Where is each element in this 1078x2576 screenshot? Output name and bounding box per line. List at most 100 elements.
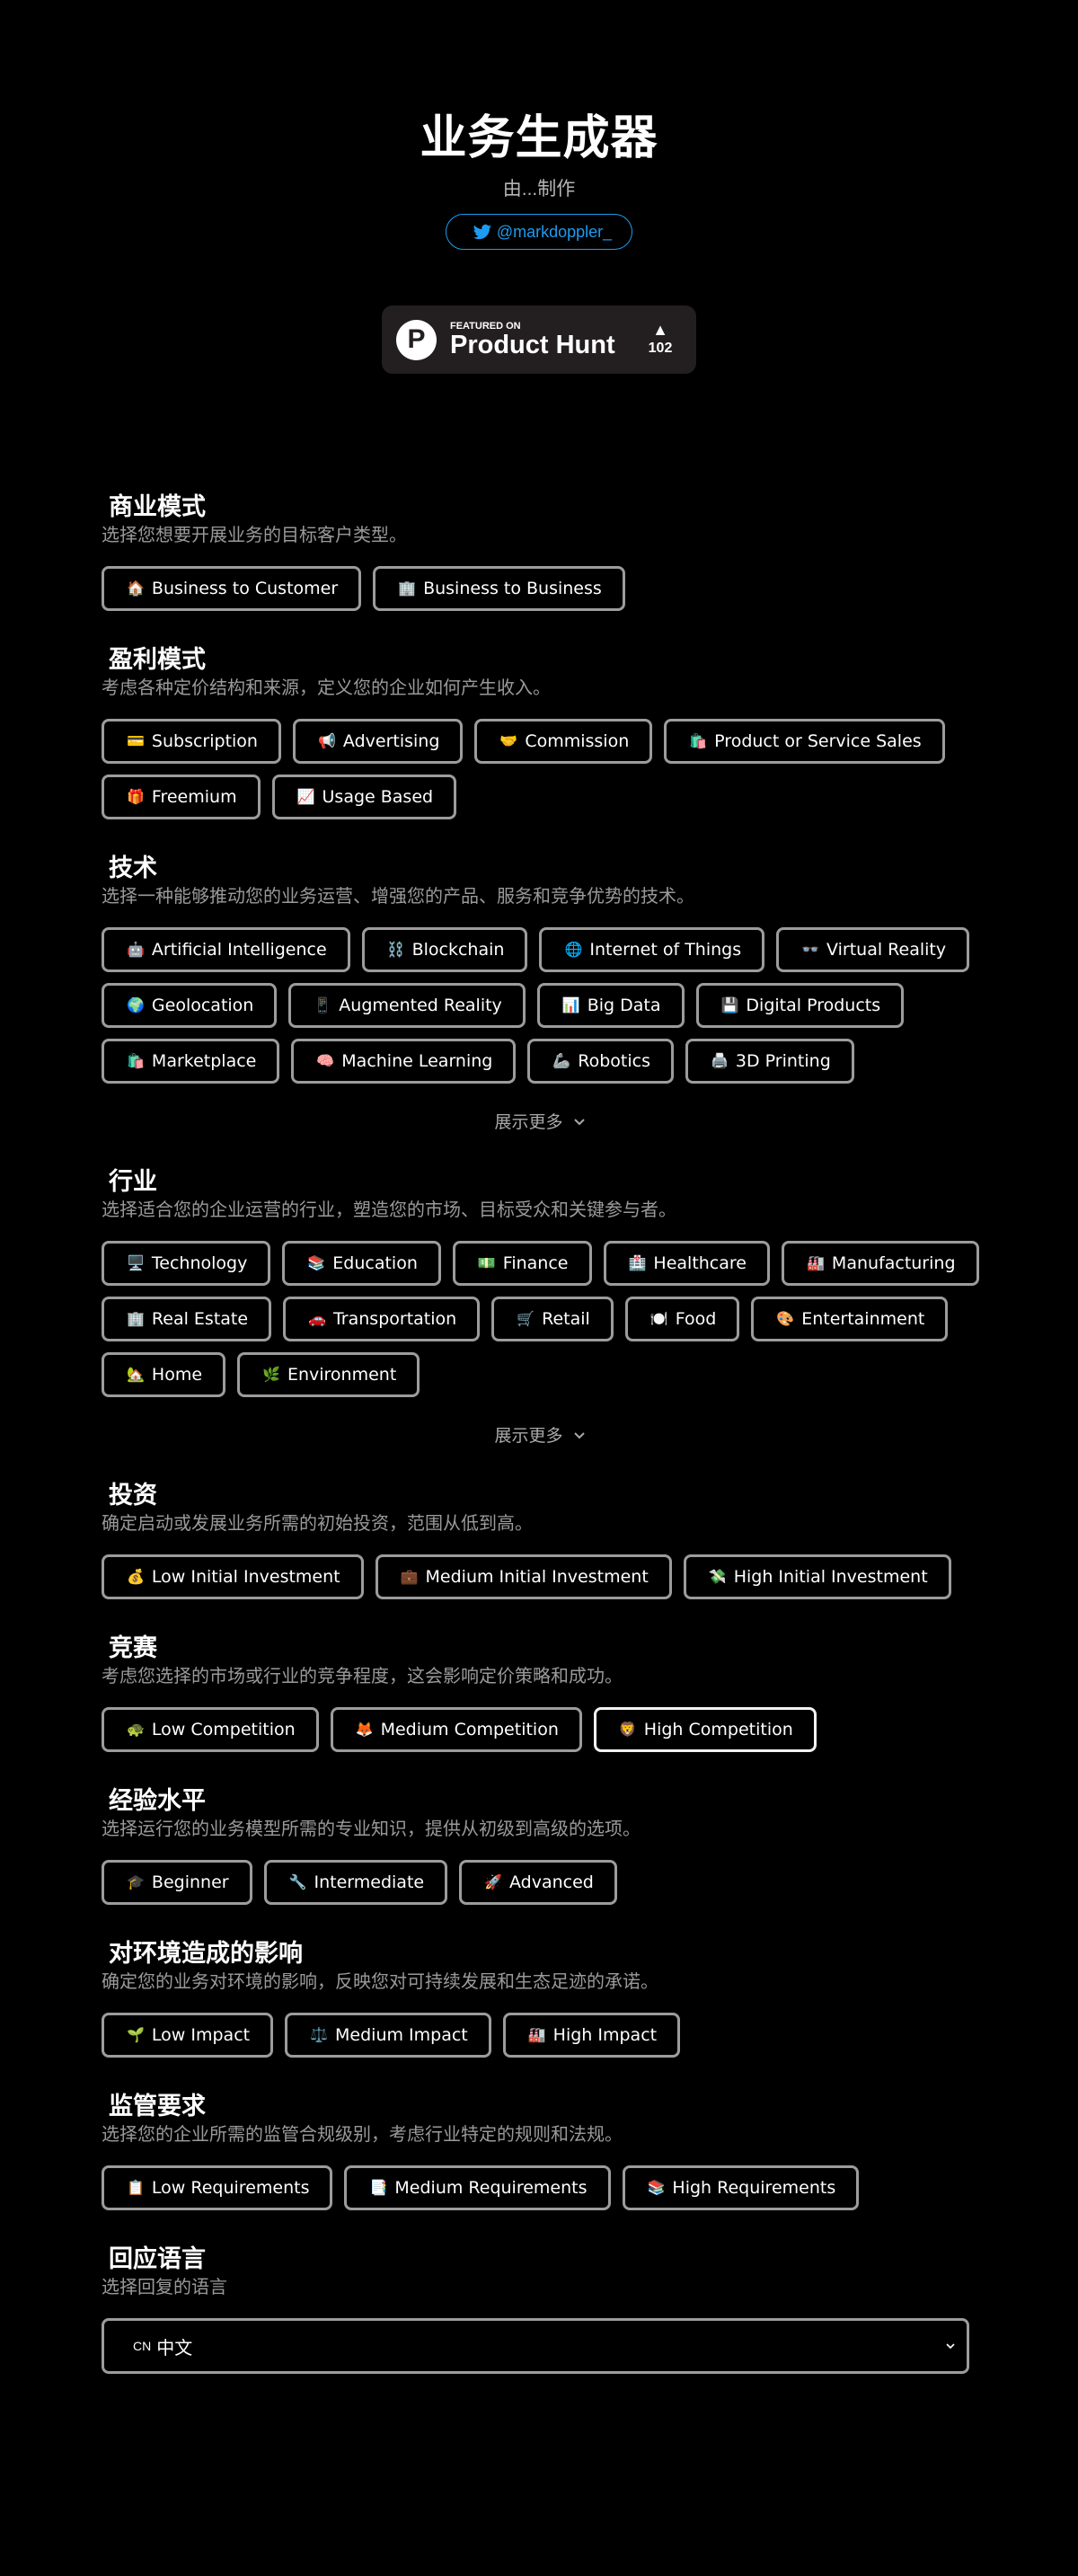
option-label: Blockchain (411, 940, 505, 960)
glasses-icon: 👓 (801, 941, 820, 958)
option-label: Augmented Reality (339, 996, 502, 1015)
option-button-real-estate[interactable]: 🏢 Real Estate (102, 1297, 272, 1341)
megaphone-icon: 📢 (317, 732, 336, 749)
option-button-environment[interactable]: 🌿 Environment (237, 1352, 420, 1397)
section-description: 选择回复的语言 (102, 2278, 227, 2297)
option-label: Low Requirements (151, 2178, 310, 2198)
option-label: 3D Printing (735, 1051, 831, 1071)
lion-icon: 🦁 (618, 1721, 637, 1738)
shopping-bags-icon: 🛍️ (689, 732, 708, 749)
section-investment: 投资 确定启动或发展业务所需的初始投资，范围从低到高。 💰 Low Initial I… (102, 1479, 979, 1599)
product-hunt-badge[interactable]: P FEATURED ON Product Hunt ▲ 102 (382, 305, 696, 374)
option-button-home[interactable]: 🏡 Home (102, 1352, 226, 1397)
option-button-intermediate[interactable]: 🔧 Intermediate (263, 1860, 448, 1905)
option-button-food[interactable]: 🍽️ Food (624, 1297, 740, 1341)
handshake-icon: 🤝 (499, 732, 518, 749)
section-description: 确定您的业务对环境的影响，反映您对可持续发展和生态足迹的承诺。 (102, 1972, 658, 1992)
option-button-augmented-reality[interactable]: 📱 Augmented Reality (288, 983, 526, 1028)
section-description: 选择您的企业所需的监管合规级别，考虑行业特定的规则和法规。 (102, 2125, 623, 2145)
option-label: Environment (287, 1365, 397, 1385)
option-button-blockchain[interactable]: ⛓️ Blockchain (361, 927, 528, 972)
option-group: 🏠 Business to Customer 🏢 Business to Busine… (102, 566, 979, 611)
option-button-artificial-intelligence[interactable]: 🤖 Artificial Intelligence (102, 927, 350, 972)
option-button-3d-printing[interactable]: 🖨️ 3D Printing (685, 1039, 854, 1084)
option-label: High Requirements (672, 2178, 836, 2198)
option-label: Business to Business (423, 579, 602, 598)
option-button-machine-learning[interactable]: 🧠 Machine Learning (291, 1039, 517, 1084)
option-label: Marketplace (151, 1051, 257, 1071)
option-button-high-impact[interactable]: 🏭 High Impact (502, 2013, 681, 2058)
option-button-digital-products[interactable]: 💾 Digital Products (695, 983, 905, 1028)
option-button-low-initial-investment[interactable]: 💰 Low Initial Investment (102, 1554, 364, 1599)
option-button-manufacturing[interactable]: 🏭 Manufacturing (782, 1241, 979, 1286)
option-button-high-requirements[interactable]: 📚 High Requirements (622, 2165, 860, 2210)
option-label: Artificial Intelligence (151, 940, 327, 960)
option-button-healthcare[interactable]: 🏥 Healthcare (603, 1241, 770, 1286)
option-button-beginner[interactable]: 🎓 Beginner (102, 1860, 252, 1905)
section-competition: 竞赛 考虑您选择的市场或行业的竞争程度，这会影响定价策略和成功。 🐢 Low Comp… (102, 1632, 979, 1752)
option-label: Food (675, 1309, 717, 1329)
option-button-geolocation[interactable]: 🌍 Geolocation (102, 983, 278, 1028)
option-button-entertainment[interactable]: 🎨 Entertainment (751, 1297, 949, 1341)
option-label: Big Data (587, 996, 661, 1015)
option-button-low-requirements[interactable]: 📋 Low Requirements (102, 2165, 333, 2210)
option-button-virtual-reality[interactable]: 👓 Virtual Reality (776, 927, 970, 972)
graduation-cap-icon: 🎓 (127, 1873, 145, 1890)
section-description: 选择您想要开展业务的目标客户类型。 (102, 526, 407, 545)
option-label: Advertising (342, 731, 440, 751)
option-button-big-data[interactable]: 📊 Big Data (536, 983, 685, 1028)
option-label: Intermediate (314, 1872, 425, 1892)
section-revenue-model: 盈利模式 考虑各种定价结构和来源，定义您的企业如何产生收入。 💳 Subscripti… (102, 643, 979, 819)
printer-icon: 🖨️ (711, 1052, 729, 1069)
option-button-robotics[interactable]: 🦾 Robotics (527, 1039, 674, 1084)
show-more-button[interactable]: 展示更多 (102, 1109, 979, 1133)
section-title: 经验水平 (109, 1787, 206, 1814)
option-group: 🐢 Low Competition 🦊 Medium Competition 🦁 High… (102, 1707, 979, 1752)
option-label: Machine Learning (341, 1051, 493, 1071)
option-button-product-or-service-sales[interactable]: 🛍️ Product or Service Sales (664, 719, 945, 764)
option-label: Subscription (151, 731, 258, 751)
option-button-medium-requirements[interactable]: 📑 Medium Requirements (344, 2165, 611, 2210)
option-button-business-to-business[interactable]: 🏢 Business to Business (373, 566, 625, 611)
section-description: 选择运行您的业务模型所需的专业知识，提供从初级到高级的选项。 (102, 1819, 641, 1839)
option-button-transportation[interactable]: 🚗 Transportation (283, 1297, 481, 1341)
option-button-business-to-customer[interactable]: 🏠 Business to Customer (102, 566, 362, 611)
option-group: 🎓 Beginner 🔧 Intermediate 🚀 Advanced (102, 1860, 979, 1905)
section-title: 对环境造成的影响 (109, 1940, 303, 1967)
option-button-high-initial-investment[interactable]: 💸 High Initial Investment (683, 1554, 951, 1599)
option-button-finance[interactable]: 💵 Finance (452, 1241, 592, 1286)
option-button-high-competition[interactable]: 🦁 High Competition (593, 1707, 817, 1752)
section-language: 回应语言 选择回复的语言 CN 中文 (102, 2243, 979, 2374)
show-more-button[interactable]: 展示更多 (102, 1422, 979, 1447)
option-button-retail[interactable]: 🛒 Retail (491, 1297, 614, 1341)
option-button-internet-of-things[interactable]: 🌐 Internet of Things (539, 927, 765, 972)
language-select[interactable]: CN 中文 (102, 2318, 969, 2374)
option-button-usage-based[interactable]: 📈 Usage Based (271, 775, 457, 819)
option-button-marketplace[interactable]: 🛍️ Marketplace (102, 1039, 280, 1084)
option-button-low-impact[interactable]: 🌱 Low Impact (102, 2013, 274, 2058)
option-label: Medium Requirements (394, 2178, 588, 2198)
option-button-advanced[interactable]: 🚀 Advanced (459, 1860, 617, 1905)
option-button-advertising[interactable]: 📢 Advertising (292, 719, 464, 764)
option-button-education[interactable]: 📚 Education (282, 1241, 441, 1286)
twitter-profile-link[interactable]: @markdoppler_ (445, 214, 633, 250)
option-button-medium-initial-investment[interactable]: 💼 Medium Initial Investment (375, 1554, 672, 1599)
flag-cn-icon: CN (133, 2339, 152, 2353)
factory-icon: 🏭 (527, 2026, 546, 2043)
option-button-medium-competition[interactable]: 🦊 Medium Competition (330, 1707, 582, 1752)
option-button-commission[interactable]: 🤝 Commission (474, 719, 653, 764)
option-label: Manufacturing (831, 1253, 956, 1273)
option-button-subscription[interactable]: 💳 Subscription (102, 719, 281, 764)
option-button-technology[interactable]: 🖥️ Technology (102, 1241, 271, 1286)
option-button-medium-impact[interactable]: ⚖️ Medium Impact (285, 2013, 491, 2058)
option-button-low-competition[interactable]: 🐢 Low Competition (102, 1707, 319, 1752)
section-title: 监管要求 (109, 2093, 206, 2120)
ph-vote-count: 102 (648, 341, 673, 356)
option-label: Medium Impact (335, 2025, 468, 2045)
banknote-icon: 💵 (477, 1254, 496, 1271)
upvote-arrow-icon: ▲ (652, 321, 668, 339)
house-garden-icon: 🏡 (127, 1366, 145, 1383)
option-group: 📋 Low Requirements 📑 Medium Requirements 📚 Hi… (102, 2165, 979, 2210)
money-wings-icon: 💸 (708, 1568, 727, 1585)
option-button-freemium[interactable]: 🎁 Freemium (102, 775, 261, 819)
